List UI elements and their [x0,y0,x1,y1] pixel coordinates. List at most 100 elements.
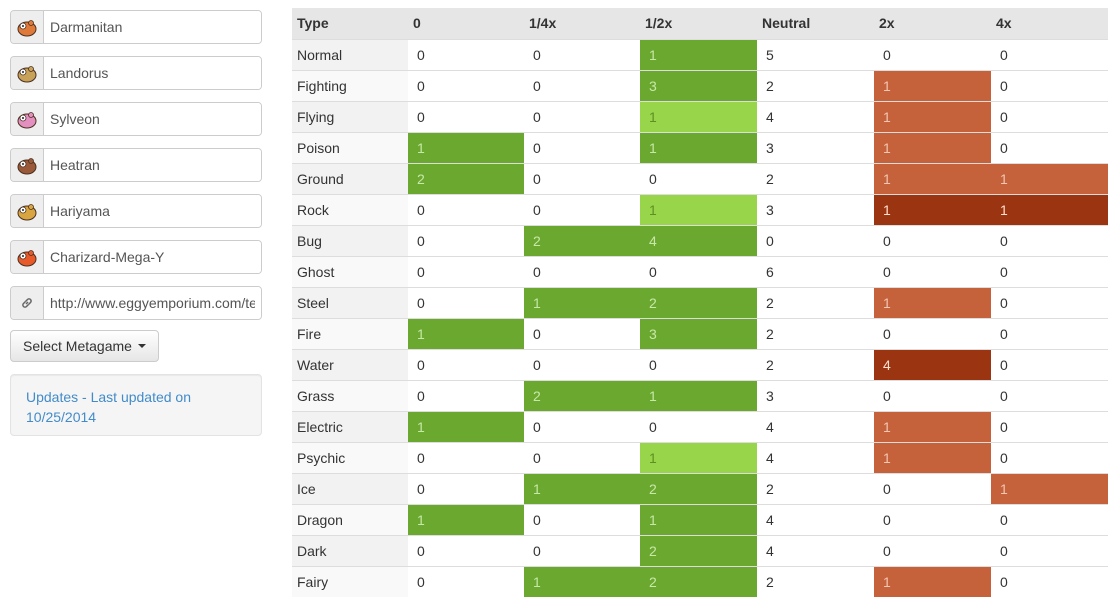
table-row: Dragon 1 0 1 4 0 0 [292,503,1108,535]
pokemon-field [10,240,262,274]
value-cell: 2 [757,286,874,318]
value-cell: 1 [408,131,524,163]
table-row: Water 0 0 0 2 4 0 [292,348,1108,380]
table-row: Dark 0 0 2 4 0 0 [292,534,1108,566]
heatran-sprite-icon [11,149,44,181]
value-cell: 4 [757,410,874,442]
value-cell: 0 [524,503,640,535]
table-row: Steel 0 1 2 2 1 0 [292,286,1108,318]
value-cell: 0 [524,534,640,566]
value-cell: 0 [991,410,1108,442]
url-input[interactable] [44,287,261,319]
value-cell: 1 [991,162,1108,194]
value-cell: 0 [524,38,640,70]
pokemon-input[interactable] [44,103,261,135]
type-name-cell: Poison [292,131,408,163]
value-cell: 0 [991,38,1108,70]
value-cell: 0 [874,38,991,70]
value-cell: 1 [874,286,991,318]
value-cell: 1 [991,472,1108,504]
value-cell: 1 [408,317,524,349]
pokemon-input[interactable] [44,195,261,227]
value-cell: 2 [524,224,640,256]
value-cell: 1 [874,69,991,101]
value-cell: 0 [408,348,524,380]
value-cell: 2 [757,317,874,349]
column-header: 1/2x [640,8,757,39]
pokemon-field [10,194,262,228]
value-cell: 0 [524,255,640,287]
value-cell: 1 [874,100,991,132]
value-cell: 0 [991,503,1108,535]
value-cell: 0 [408,38,524,70]
value-cell: 0 [408,100,524,132]
value-cell: 2 [408,162,524,194]
value-cell: 1 [874,131,991,163]
pokemon-input[interactable] [44,11,261,43]
value-cell: 0 [524,131,640,163]
pokemon-field [10,10,262,44]
type-name-cell: Flying [292,100,408,132]
value-cell: 4 [757,503,874,535]
table-row: Rock 0 0 1 3 1 1 [292,193,1108,225]
value-cell: 0 [991,224,1108,256]
value-cell: 1 [640,131,757,163]
column-header: 4x [991,8,1108,39]
select-metagame-button[interactable]: Select Metagame [10,330,159,362]
value-cell: 0 [874,224,991,256]
value-cell: 0 [640,348,757,380]
pokemon-input[interactable] [44,57,261,89]
table-row: Ice 0 1 2 2 0 1 [292,472,1108,504]
type-name-cell: Fairy [292,565,408,597]
type-name-cell: Rock [292,193,408,225]
value-cell: 0 [408,255,524,287]
pokemon-field [10,102,262,136]
value-cell: 1 [874,410,991,442]
value-cell: 2 [640,565,757,597]
landorus-sprite-icon [11,57,44,89]
column-header: 0 [408,8,524,39]
pokemon-input[interactable] [44,241,261,273]
value-cell: 0 [524,348,640,380]
updates-link[interactable]: Updates - Last updated on 10/25/2014 [26,389,191,425]
table-row: Flying 0 0 1 4 1 0 [292,100,1108,132]
column-header: 1/4x [524,8,640,39]
value-cell: 0 [757,224,874,256]
value-cell: 0 [524,410,640,442]
pokemon-field [10,148,262,182]
value-cell: 3 [757,193,874,225]
value-cell: 0 [408,472,524,504]
value-cell: 0 [524,441,640,473]
type-name-cell: Psychic [292,441,408,473]
type-coverage-table: Type 0 1/4x 1/2x Neutral 2x 4x Normal 0 0 1 5 0 0 Fig… [292,8,1108,597]
value-cell: 4 [757,534,874,566]
value-cell: 0 [408,379,524,411]
value-cell: 3 [640,69,757,101]
value-cell: 1 [640,100,757,132]
caret-down-icon [137,344,146,348]
value-cell: 0 [991,379,1108,411]
value-cell: 4 [757,100,874,132]
type-name-cell: Water [292,348,408,380]
value-cell: 0 [640,162,757,194]
value-cell: 1 [874,441,991,473]
value-cell: 2 [757,348,874,380]
value-cell: 3 [757,131,874,163]
value-cell: 1 [408,410,524,442]
value-cell: 1 [524,286,640,318]
pokemon-input[interactable] [44,149,261,181]
value-cell: 0 [991,286,1108,318]
value-cell: 0 [991,534,1108,566]
column-header: 2x [874,8,991,39]
value-cell: 2 [640,286,757,318]
value-cell: 1 [874,162,991,194]
table-row: Fighting 0 0 3 2 1 0 [292,69,1108,101]
table-row: Ghost 0 0 0 6 0 0 [292,255,1108,287]
table-body: Normal 0 0 1 5 0 0 Fighting 0 0 3 2 1 0 Flying 0 0 1 4 1 0 Po… [292,38,1108,597]
value-cell: 0 [874,379,991,411]
value-cell: 2 [757,162,874,194]
table-row: Ground 2 0 0 2 1 1 [292,162,1108,194]
type-name-cell: Normal [292,38,408,70]
table-row: Psychic 0 0 1 4 1 0 [292,441,1108,473]
table-header-row: Type 0 1/4x 1/2x Neutral 2x 4x [292,8,1108,39]
